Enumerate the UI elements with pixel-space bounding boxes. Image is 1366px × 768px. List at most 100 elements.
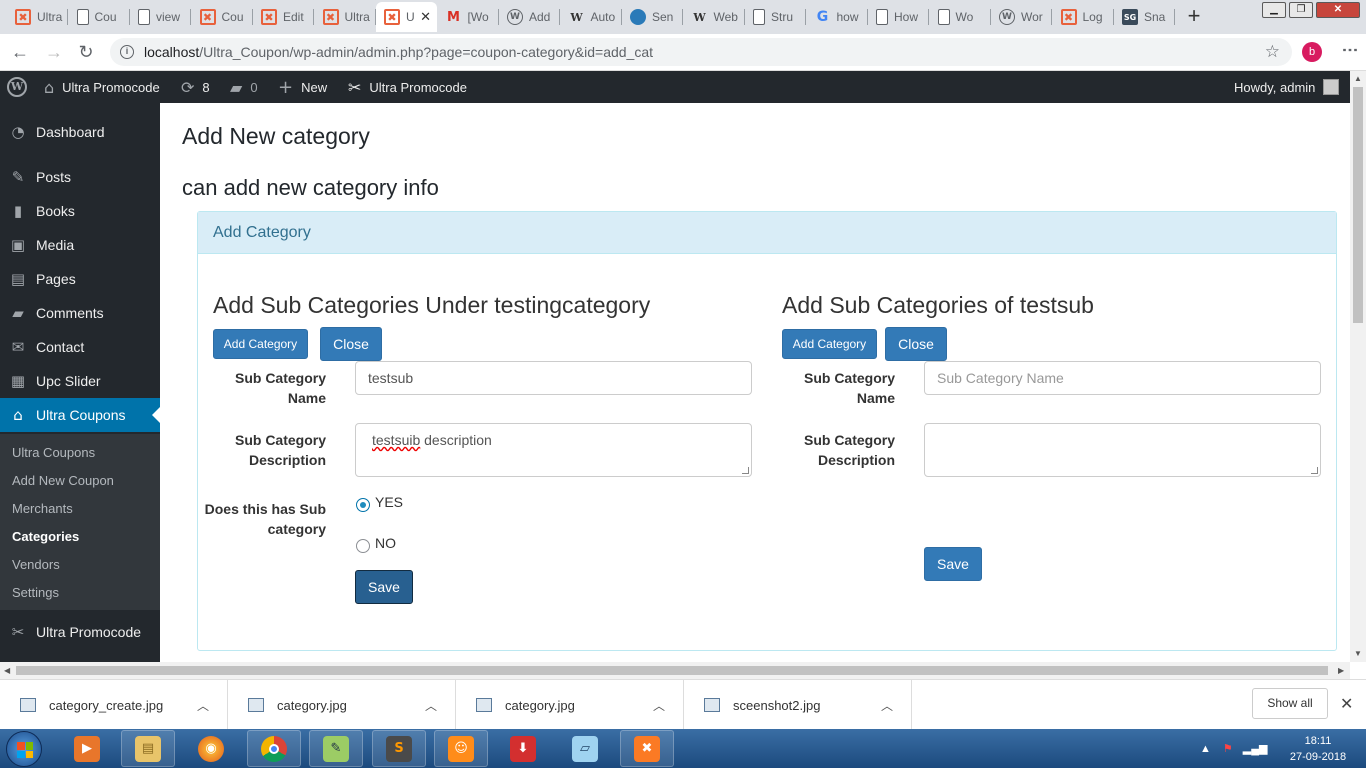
download-item[interactable]: sceenshot2.jpg ︿ [684, 680, 912, 730]
resize-handle[interactable] [742, 467, 749, 474]
file-explorer-taskbar-icon[interactable]: ▤ [121, 730, 175, 767]
vertical-scrollbar[interactable]: ▲ ▼ [1350, 71, 1366, 662]
sidebar-item-ultra-promocode[interactable]: ✂ Ultra Promocode [0, 615, 160, 649]
download-manager-taskbar-icon[interactable]: ⬇ [496, 730, 550, 767]
right-sub-category-name-input[interactable]: Sub Category Name [924, 361, 1321, 395]
media-player-taskbar-icon[interactable]: ▶ [60, 730, 114, 767]
updates-link[interactable]: ⟳ 8 [181, 71, 210, 103]
right-add-category-button[interactable]: Add Category [782, 329, 877, 359]
submenu-item-settings[interactable]: Settings [12, 585, 59, 600]
submenu-item-ultra-coupons[interactable]: Ultra Coupons [12, 445, 95, 460]
sidebar-item-upc-slider[interactable]: ▦ Upc Slider [0, 364, 160, 398]
left-close-button[interactable]: Close [320, 327, 382, 361]
minimize-button[interactable]: ▁ [1262, 2, 1286, 18]
browser-menu-icon[interactable]: ⋮ [1340, 42, 1359, 57]
chrome-taskbar-icon[interactable] [247, 730, 301, 767]
flag-icon[interactable]: ⚑ [1223, 742, 1233, 755]
system-clock[interactable]: 18:11 27-09-2018 [1276, 733, 1360, 765]
scroll-down-icon[interactable]: ▼ [1354, 649, 1362, 658]
chevron-up-icon[interactable]: ︿ [653, 697, 665, 714]
chevron-up-icon[interactable]: ︿ [197, 697, 209, 714]
sidebar-item-posts[interactable]: ✎ Posts [0, 160, 160, 194]
left-save-button[interactable]: Save [355, 570, 413, 604]
show-all-downloads-button[interactable]: Show all [1252, 688, 1328, 719]
submenu-item-merchants[interactable]: Merchants [12, 501, 73, 516]
left-sub-category-name-input[interactable]: testsub [355, 361, 752, 395]
sidebar-item-ultra-coupons[interactable]: ⌂ Ultra Coupons [0, 398, 160, 432]
left-sub-category-description-textarea[interactable]: testsuib description [355, 423, 752, 477]
sidebar-item-pages[interactable]: ▤ Pages [0, 262, 160, 296]
notepad-taskbar-icon[interactable]: ▱ [558, 730, 612, 767]
browser-tab[interactable]: W Web [684, 2, 745, 32]
new-content-link[interactable]: + New [278, 71, 327, 103]
close-download-shelf-icon[interactable]: ✕ [1340, 694, 1353, 714]
browser-tab[interactable]: Stru [745, 2, 806, 32]
scroll-right-icon[interactable]: ▶ [1338, 666, 1344, 675]
submenu-item-categories[interactable]: Categories [12, 529, 79, 544]
right-save-button[interactable]: Save [924, 547, 982, 581]
download-item[interactable]: category_create.jpg ︿ [0, 680, 228, 730]
horizontal-scroll-thumb[interactable] [16, 666, 1328, 675]
scroll-left-icon[interactable]: ◀ [4, 666, 10, 675]
sidebar-item-contact[interactable]: ✉ Contact [0, 330, 160, 364]
reload-icon[interactable]: ↻ [76, 42, 96, 62]
submenu-item-vendors[interactable]: Vendors [12, 557, 60, 572]
address-bar[interactable]: i localhost/Ultra_Coupon/wp-admin/admin.… [110, 38, 1292, 66]
browser-tab[interactable]: Sen [622, 2, 683, 32]
sidebar-item-comments[interactable]: ▰ Comments [0, 296, 160, 330]
sidebar-item-dashboard[interactable]: ◔ Dashboard [0, 115, 160, 149]
browser-tab[interactable]: W Auto [561, 2, 622, 32]
browser-tab[interactable]: ✖ Ultra [315, 2, 376, 32]
comments-link[interactable]: ▰ 0 [230, 71, 258, 103]
my-account-link[interactable]: Howdy, admin [1234, 71, 1340, 103]
browser-tab[interactable]: How [868, 2, 929, 32]
browser-tab[interactable]: ✖ Ultra [7, 2, 68, 32]
bookmark-star-icon[interactable]: ☆ [1265, 42, 1280, 62]
download-item[interactable]: category.jpg ︿ [228, 680, 456, 730]
browser-tab[interactable]: Wo [930, 2, 991, 32]
browser-tab[interactable]: ✖ Cou [192, 2, 253, 32]
back-icon[interactable]: ← [10, 42, 30, 62]
sublime-text-taskbar-icon[interactable]: S [372, 730, 426, 767]
browser-tab[interactable]: Ghow [807, 2, 868, 32]
no-radio[interactable] [356, 539, 370, 553]
scroll-up-icon[interactable]: ▲ [1354, 74, 1362, 83]
browser-tab[interactable]: M [Wo [438, 2, 499, 32]
firefox-taskbar-icon[interactable]: ◉ [184, 730, 238, 767]
browser-tab[interactable]: ✖ U ✕ [376, 2, 437, 32]
right-close-button[interactable]: Close [885, 327, 947, 361]
notepad-plus-taskbar-icon[interactable]: ✎ [309, 730, 363, 767]
close-tab-icon[interactable]: ✕ [420, 9, 431, 25]
browser-tab[interactable]: Cou [69, 2, 130, 32]
browser-tab[interactable]: ✖ Log [1053, 2, 1114, 32]
maximize-button[interactable]: ❐ [1289, 2, 1313, 18]
resize-handle[interactable] [1311, 467, 1318, 474]
yes-radio[interactable] [356, 498, 370, 512]
sidebar-item-books[interactable]: ▮ Books [0, 194, 160, 228]
left-add-category-button[interactable]: Add Category [213, 329, 308, 359]
download-item[interactable]: category.jpg ︿ [456, 680, 684, 730]
profile-avatar[interactable]: b [1302, 42, 1322, 62]
info-icon[interactable]: i [120, 45, 134, 59]
browser-tab[interactable]: W Wor [991, 2, 1052, 32]
ultra-promocode-link[interactable]: ✂ Ultra Promocode [348, 71, 467, 103]
wordpress-logo-icon[interactable]: W [7, 71, 27, 103]
browser-tab[interactable]: SG Sna [1114, 2, 1175, 32]
network-icon[interactable]: ▂▄▆ [1243, 742, 1268, 755]
window-close-button[interactable]: ✕ [1316, 2, 1360, 18]
start-button[interactable] [6, 731, 42, 767]
vertical-scroll-thumb[interactable] [1353, 87, 1363, 323]
sidebar-item-media[interactable]: ▣ Media [0, 228, 160, 262]
horizontal-scrollbar[interactable]: ◀ ▶ [0, 662, 1350, 679]
new-tab-button[interactable]: + [1183, 5, 1205, 28]
browser-tab[interactable]: W Add [499, 2, 560, 32]
xampp-taskbar-icon[interactable]: ✖ [620, 730, 674, 767]
chevron-up-icon[interactable]: ︿ [425, 697, 437, 714]
browser-tab[interactable]: ✖ Edit [253, 2, 314, 32]
forward-icon[interactable]: → [44, 42, 64, 62]
uc-browser-taskbar-icon[interactable]: ☺ [434, 730, 488, 767]
site-name-link[interactable]: ⌂ Ultra Promocode [44, 71, 160, 103]
chevron-up-icon[interactable]: ︿ [881, 697, 893, 714]
tray-expand-icon[interactable]: ▲ [1200, 743, 1211, 755]
right-sub-category-description-textarea[interactable] [924, 423, 1321, 477]
